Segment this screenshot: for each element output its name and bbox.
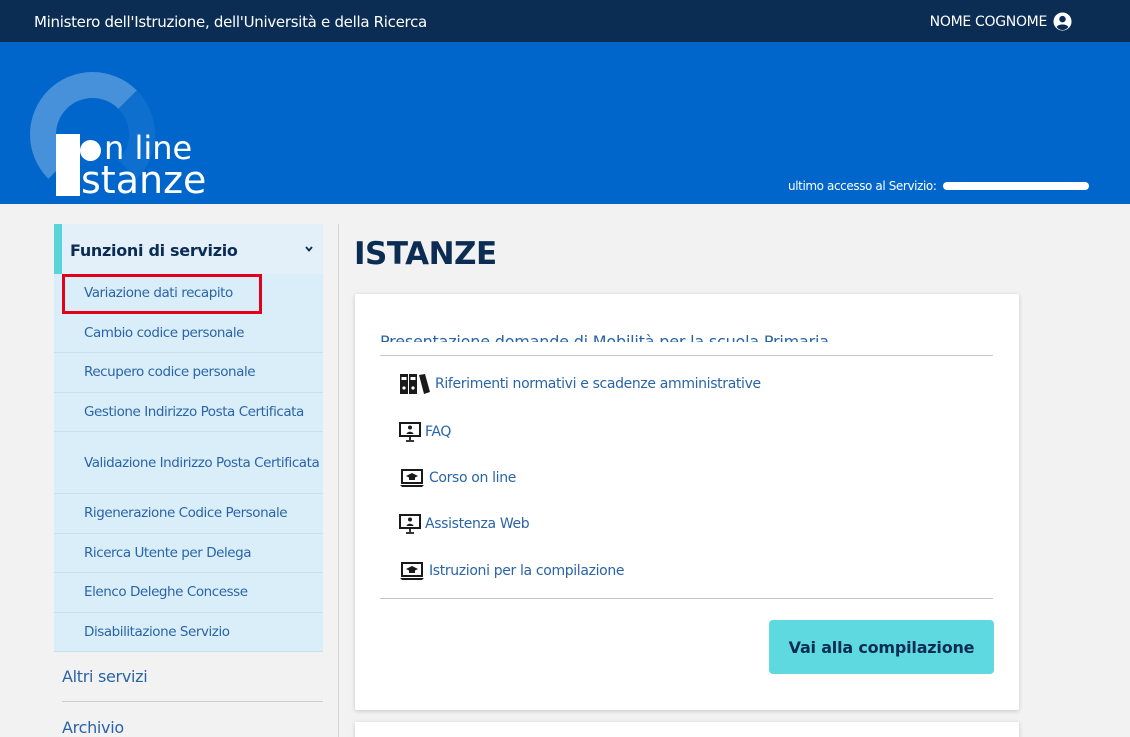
last-access-label: ultimo accesso al Servizio:: [788, 179, 937, 193]
link-assistenza-web[interactable]: Assistenza Web: [399, 514, 530, 534]
sidebar-section-title: Funzioni di servizio: [70, 241, 238, 260]
vai-alla-compilazione-button[interactable]: Vai alla compilazione: [769, 620, 994, 674]
presenter-screen-icon: [399, 514, 421, 534]
column-divider: [338, 224, 339, 737]
logo-i-bar: [56, 134, 80, 196]
user-name: NOME COGNOME: [929, 13, 1048, 30]
sidebar: Funzioni di servizio Variazione dati rec…: [54, 224, 323, 737]
sidebar-item-rigenerazione-codice[interactable]: Rigenerazione Codice Personale: [54, 494, 323, 534]
sidebar-item-variazione-dati-recapito[interactable]: Variazione dati recapito: [62, 274, 262, 314]
next-card: [355, 722, 1019, 737]
link-label: Istruzioni per la compilazione: [429, 563, 625, 579]
card-title-text: Presentazione domande di Mobilità per la…: [380, 332, 829, 342]
procedure-card: Presentazione domande di Mobilità per la…: [355, 294, 1019, 710]
link-corso-on-line[interactable]: Corso on line: [399, 468, 516, 488]
graduation-laptop-icon: [400, 562, 424, 580]
sidebar-item-disabilitazione-servizio[interactable]: Disabilitazione Servizio: [54, 613, 323, 652]
card-title[interactable]: Presentazione domande di Mobilità per la…: [380, 326, 829, 342]
chevron-down-icon: [305, 246, 313, 252]
link-faq[interactable]: FAQ: [399, 422, 451, 442]
link-label: Corso on line: [429, 470, 517, 486]
top-bar: Ministero dell'Istruzione, dell'Universi…: [0, 0, 1130, 42]
sidebar-menu: Variazione dati recapito Cambio codice p…: [54, 274, 323, 652]
sidebar-item-recupero-codice-personale[interactable]: Recupero codice personale: [54, 353, 323, 393]
divider: [380, 598, 993, 599]
link-riferimenti-normativi[interactable]: Riferimenti normativi e scadenze amminis…: [399, 372, 761, 396]
link-label: Riferimenti normativi e scadenze amminis…: [435, 376, 761, 392]
user-menu[interactable]: NOME COGNOME: [930, 12, 1072, 31]
ministry-name: Ministero dell'Istruzione, dell'Universi…: [34, 13, 427, 31]
last-access: ultimo accesso al Servizio:: [788, 179, 1089, 193]
graduation-laptop-icon: [400, 469, 424, 487]
sidebar-item-altri-servizi[interactable]: Altri servizi: [62, 652, 323, 702]
link-label: FAQ: [425, 424, 452, 440]
binders-icon: [400, 374, 430, 394]
sidebar-item-ricerca-utente-delega[interactable]: Ricerca Utente per Delega: [54, 534, 323, 573]
link-label: Assistenza Web: [425, 516, 530, 532]
sidebar-item-gestione-indirizzo-pec[interactable]: Gestione Indirizzo Posta Certificata: [54, 393, 323, 432]
page-title: ISTANZE: [354, 236, 497, 272]
sidebar-item-validazione-indirizzo-pec[interactable]: Validazione Indirizzo Posta Certificata: [54, 432, 323, 494]
link-istruzioni-compilazione[interactable]: Istruzioni per la compilazione: [399, 561, 624, 581]
logo-text-istanze: stanze: [81, 158, 207, 202]
sidebar-section-header[interactable]: Funzioni di servizio: [54, 224, 323, 274]
presenter-screen-icon: [399, 422, 421, 442]
redacted-timestamp: [942, 182, 1089, 190]
user-circle-icon: [1053, 12, 1072, 31]
divider: [380, 355, 993, 356]
sidebar-item-cambio-codice-personale[interactable]: Cambio codice personale: [54, 314, 323, 353]
header-banner: n line stanze ultimo accesso al Servizio…: [0, 42, 1130, 204]
sidebar-item-archivio[interactable]: Archivio: [62, 702, 323, 737]
istanze-online-logo[interactable]: n line stanze: [30, 72, 240, 222]
sidebar-item-elenco-deleghe[interactable]: Elenco Deleghe Concesse: [54, 573, 323, 613]
